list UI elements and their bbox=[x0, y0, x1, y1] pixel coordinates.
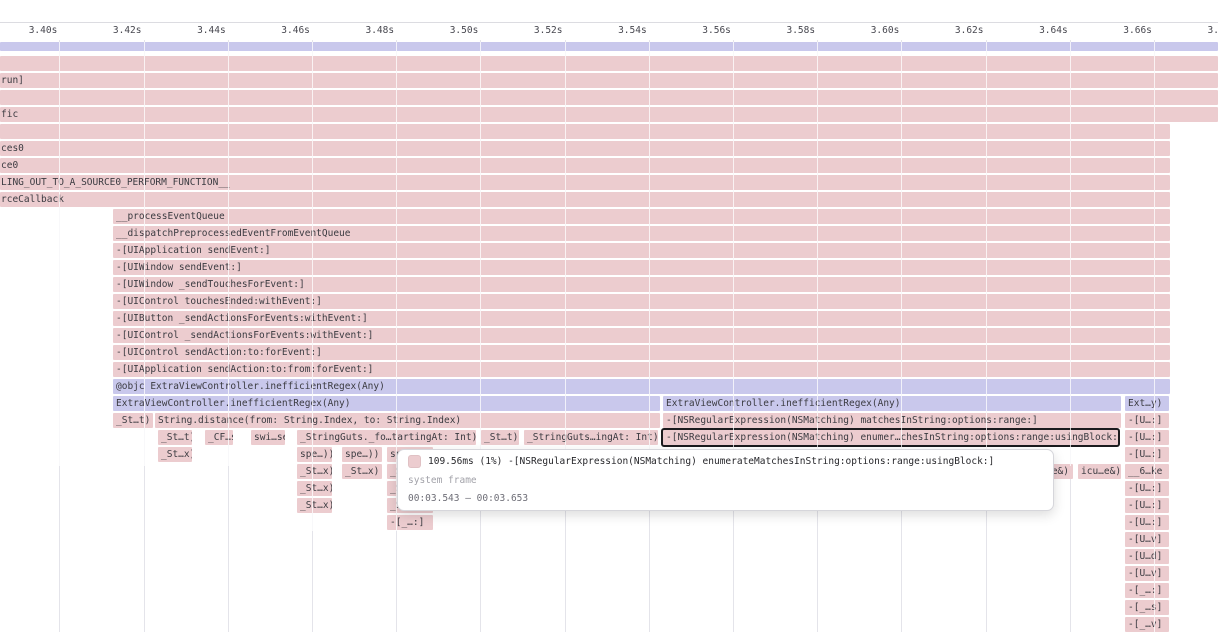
tooltip-title: 109.56ms (1%) -[NSRegularExpression(NSMa… bbox=[428, 455, 994, 468]
ruler-tick-label: 3.62s bbox=[924, 25, 984, 36]
frame-block[interactable]: _St…x) bbox=[342, 464, 382, 479]
frame-block[interactable]: Ext…y) bbox=[1125, 396, 1169, 411]
frame-block[interactable]: swi…se bbox=[251, 430, 285, 445]
timeline-gridline-overlay bbox=[817, 42, 818, 466]
frame-block[interactable]: String.distance(from: String.Index, to: … bbox=[155, 413, 660, 428]
timeline-gridline-overlay bbox=[565, 42, 566, 466]
timeline-gridline-overlay bbox=[733, 42, 734, 466]
ruler-tick-label: 3.64s bbox=[1008, 25, 1068, 36]
frame-block[interactable] bbox=[0, 124, 1170, 139]
ruler-tick-label: 3.46s bbox=[250, 25, 310, 36]
frame-block[interactable]: -[U…:] bbox=[1125, 413, 1169, 428]
frame-block[interactable]: -[UIApplication sendEvent:] bbox=[113, 243, 1170, 258]
ruler-tick-label: 3.52s bbox=[503, 25, 563, 36]
frame-block[interactable]: _St…x) bbox=[297, 464, 332, 479]
frame-block[interactable]: -[UIWindow sendEvent:] bbox=[113, 260, 1170, 275]
ruler-tick-label: 3.42s bbox=[82, 25, 142, 36]
frame-block[interactable]: -[UIApplication sendAction:to:from:forEv… bbox=[113, 362, 1170, 377]
frame-color-swatch bbox=[408, 455, 421, 468]
frame-block[interactable]: -[NSRegularExpression(NSMatching) matche… bbox=[663, 413, 1121, 428]
flame-chart: 3.40s 3.42s 3.44s 3.46s 3.48s 3.50s 3.52s 3.54s… bbox=[0, 0, 1218, 632]
frame-block[interactable] bbox=[0, 42, 1218, 51]
frame-block[interactable]: spe…)) bbox=[297, 447, 332, 462]
frame-block[interactable]: ExtraViewController.inefficientRegex(Any… bbox=[113, 396, 660, 411]
frame-block[interactable]: -[UIButton _sendActionsForEvents:withEve… bbox=[113, 311, 1170, 326]
frame-block[interactable]: spe…)) bbox=[342, 447, 382, 462]
timeline-gridline-overlay bbox=[312, 42, 313, 531]
frame-block[interactable]: _CF…se bbox=[205, 430, 233, 445]
ruler-tick-label: 3.44s bbox=[166, 25, 226, 36]
timeline-gridline-overlay bbox=[144, 42, 145, 466]
timeline-gridline-overlay bbox=[1154, 42, 1155, 632]
frame-block[interactable]: LING_OUT_TO_A_SOURCE0_PERFORM_FUNCTION__ bbox=[0, 175, 1170, 190]
frame-block[interactable]: -[UIWindow _sendTouchesForEvent:] bbox=[113, 277, 1170, 292]
frame-block[interactable]: -[U…:] bbox=[1125, 515, 1169, 530]
timeline-gridline-overlay bbox=[986, 42, 987, 466]
frame-block[interactable]: -[UIControl _sendActionsForEvents:withEv… bbox=[113, 328, 1170, 343]
frame-block[interactable]: -[UIControl touchesEnded:withEvent:] bbox=[113, 294, 1170, 309]
ruler-tick-label: 3.50s bbox=[418, 25, 478, 36]
frame-block[interactable]: _St…t) bbox=[481, 430, 519, 445]
frame-block[interactable]: __dispatchPreprocessedEventFromEventQueu… bbox=[113, 226, 1170, 241]
frame-block[interactable]: run] bbox=[0, 73, 1218, 88]
ruler-divider bbox=[0, 22, 1218, 23]
frame-block-selected[interactable]: -[NSRegularExpression(NSMatching) enumer… bbox=[663, 430, 1118, 445]
frame-block[interactable]: -[_…:] bbox=[1125, 583, 1169, 598]
frame-block[interactable] bbox=[0, 56, 1218, 71]
ruler-tick-label: 3.48s bbox=[334, 25, 394, 36]
frame-block[interactable]: -[_…:] bbox=[387, 515, 433, 530]
frame-block[interactable]: -[U…v] bbox=[1125, 532, 1169, 547]
timeline-gridline-overlay bbox=[1070, 42, 1071, 466]
frame-block[interactable]: _St…x) bbox=[158, 447, 192, 462]
ruler-tick-label: 3.60s bbox=[839, 25, 899, 36]
frame-block[interactable]: -[U…:] bbox=[1125, 481, 1169, 496]
ruler-tick-label: 3.58s bbox=[755, 25, 815, 36]
frame-block[interactable]: ExtraViewController.inefficientRegex(Any… bbox=[663, 396, 1121, 411]
frame-block[interactable]: _StringGuts…ingAt: Int) bbox=[524, 430, 658, 445]
ruler-tick-label: 3.66s bbox=[1092, 25, 1152, 36]
tooltip-subtitle: system frame bbox=[408, 474, 1043, 487]
frame-block[interactable]: _St…x) bbox=[297, 498, 332, 513]
frame-block[interactable]: ce0 bbox=[0, 158, 1170, 173]
frame-block[interactable]: -[U…d] bbox=[1125, 549, 1169, 564]
tooltip-title-row: 109.56ms (1%) -[NSRegularExpression(NSMa… bbox=[408, 455, 1043, 468]
frame-block[interactable]: _StringGuts._fo…tartingAt: Int) bbox=[297, 430, 476, 445]
frame-block[interactable]: ces0 bbox=[0, 141, 1170, 156]
ruler-tick-label: 3.56s bbox=[671, 25, 731, 36]
ruler-tick-label: 3.54s bbox=[587, 25, 647, 36]
timeline-gridline-overlay bbox=[59, 42, 60, 466]
frame-block[interactable]: @objc ExtraViewController.inefficientReg… bbox=[113, 379, 1170, 394]
frame-tooltip: 109.56ms (1%) -[NSRegularExpression(NSMa… bbox=[397, 449, 1054, 511]
frame-block[interactable]: -[U…v] bbox=[1125, 566, 1169, 581]
timeline-gridline-overlay bbox=[228, 42, 229, 466]
tooltip-time-range: 00:03.543 — 00:03.653 bbox=[408, 492, 1043, 505]
timeline-gridline-overlay bbox=[901, 42, 902, 466]
timeline-gridline-overlay bbox=[649, 42, 650, 466]
frame-block[interactable]: _St…x) bbox=[297, 481, 332, 496]
frame-block[interactable]: -[_…s] bbox=[1125, 600, 1169, 615]
frame-block[interactable]: -[U…:] bbox=[1125, 498, 1169, 513]
frame-block[interactable] bbox=[0, 90, 1218, 105]
frame-block[interactable]: __processEventQueue bbox=[113, 209, 1170, 224]
frame-block[interactable]: fic bbox=[0, 107, 1218, 122]
frame-block[interactable]: -[_…v] bbox=[1125, 617, 1169, 632]
ruler-tick-label: 3.68s bbox=[1176, 25, 1218, 36]
frame-block[interactable]: _St…t) bbox=[158, 430, 192, 445]
frame-block[interactable]: _St…t) bbox=[113, 413, 153, 428]
frame-block[interactable]: -[UIControl sendAction:to:forEvent:] bbox=[113, 345, 1170, 360]
ruler-tick-label: 3.40s bbox=[0, 25, 57, 36]
frame-block[interactable]: rceCallback bbox=[0, 192, 1170, 207]
frame-block[interactable]: -[U…:] bbox=[1125, 430, 1169, 445]
frame-block[interactable]: icu…e&) bbox=[1078, 464, 1121, 479]
frame-block[interactable]: -[U…:] bbox=[1125, 447, 1169, 462]
timeline-gridline-overlay bbox=[480, 42, 481, 466]
frame-block[interactable]: __6…ke bbox=[1125, 464, 1169, 479]
